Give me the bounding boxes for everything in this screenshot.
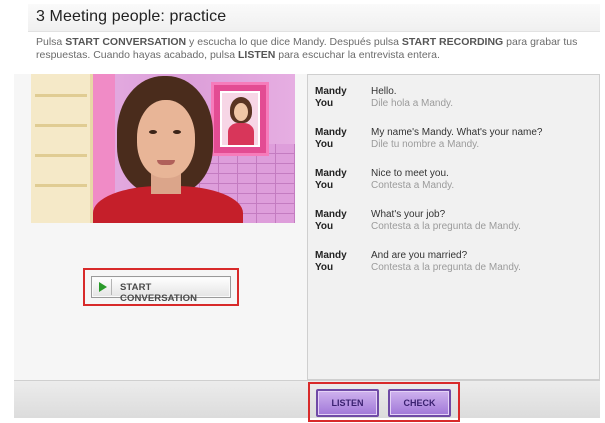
your-prompt: Contesta a la pregunta de Mandy.: [371, 262, 521, 273]
speaker-label: You: [315, 221, 334, 232]
speaker-label: You: [315, 139, 334, 150]
mandy-line: And are you married?: [371, 250, 468, 261]
speaker-eye-left: [149, 130, 157, 134]
speaker-label: Mandy: [315, 209, 347, 220]
instructions-keyword-listen: LISTEN: [237, 49, 276, 61]
mandy-line: Hello.: [371, 86, 397, 97]
bookshelf: [31, 74, 93, 223]
start-conversation-label: START CONVERSATION: [120, 282, 198, 304]
instructions-keyword-start-recording: START RECORDING: [401, 36, 504, 48]
dialogue-turn: Mandy My name's Mandy. What's your name? …: [315, 127, 595, 168]
speaker-face: [137, 100, 195, 178]
check-button[interactable]: CHECK: [388, 389, 451, 417]
listen-check-highlight: LISTEN CHECK: [308, 382, 460, 422]
your-prompt: Dile tu nombre a Mandy.: [371, 139, 480, 150]
speaker-mouth: [157, 160, 175, 165]
mandy-line: My name's Mandy. What's your name?: [371, 127, 543, 138]
speaker-label: You: [315, 98, 334, 109]
speaker-label: You: [315, 262, 334, 273]
speaker-label: Mandy: [315, 127, 347, 138]
your-prompt: Contesta a la pregunta de Mandy.: [371, 221, 521, 232]
bottom-toolbar: [14, 380, 600, 418]
listen-button[interactable]: LISTEN: [316, 389, 379, 417]
page-title: 3 Meeting people: practice: [36, 8, 227, 25]
dialogue-turn: Mandy What's your job? You Contesta a la p…: [315, 209, 595, 250]
instructions-text-4: para escuchar la entrevista entera.: [275, 49, 440, 61]
title-bar: 3 Meeting people: practice: [28, 4, 600, 32]
dialogue-turn: Mandy Hello. You Dile hola a Mandy.: [315, 86, 595, 127]
speaker-label: Mandy: [315, 168, 347, 179]
video-frame: [31, 74, 295, 223]
instructions: Pulsa START CONVERSATION y escucha lo qu…: [36, 36, 596, 62]
speaker-label: You: [315, 180, 334, 191]
wall-picture: [211, 82, 269, 156]
dialogue-turn: Mandy Nice to meet you. You Contesta a Man…: [315, 168, 595, 209]
your-prompt: Dile hola a Mandy.: [371, 98, 454, 109]
dialogue-list: Mandy Hello. You Dile hola a Mandy. Mandy M…: [315, 86, 595, 291]
instructions-text-2: y escucha lo que dice Mandy. Después pul…: [186, 36, 402, 48]
mandy-line: Nice to meet you.: [371, 168, 449, 179]
instructions-keyword-start-conversation: START CONVERSATION: [65, 36, 187, 48]
speaker-eye-right: [173, 130, 181, 134]
dialogue-turn: Mandy And are you married? You Contesta a …: [315, 250, 595, 291]
start-conversation-button[interactable]: START CONVERSATION: [91, 276, 231, 304]
speaker-label: Mandy: [315, 86, 347, 97]
play-icon: [94, 279, 112, 295]
your-prompt: Contesta a Mandy.: [371, 180, 455, 191]
start-conversation-highlight: START CONVERSATION: [83, 268, 239, 306]
instructions-text-1: Pulsa: [36, 36, 66, 48]
speaker-label: Mandy: [315, 250, 347, 261]
mandy-line: What's your job?: [371, 209, 446, 220]
